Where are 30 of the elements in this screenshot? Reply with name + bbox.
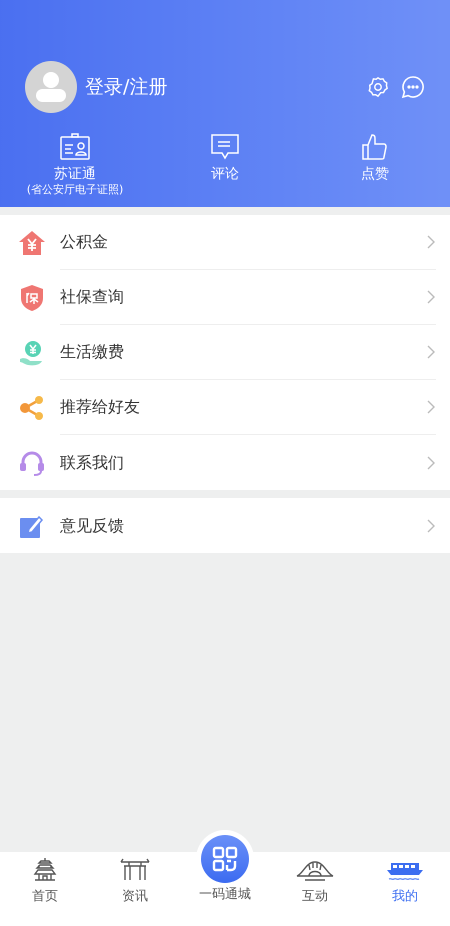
menu-item[interactable]: 意见反馈 [0,498,450,553]
login-link[interactable]: 登录/注册 [85,72,168,102]
shortcut-button[interactable]: 评论 [150,133,300,197]
chevron-right-icon [426,454,436,470]
tab-item[interactable]: 资讯 [90,852,180,926]
headset-icon [18,448,46,476]
shield-icon [18,284,46,312]
chevron-right-icon [426,289,436,305]
id-card-icon [59,133,91,161]
tab-item[interactable]: 我的 [360,852,450,926]
tab-item[interactable]: 一码通城 [180,830,270,926]
avatar-icon[interactable] [25,61,77,113]
menu-item[interactable]: 公积金 [0,215,450,270]
chevron-right-icon [426,518,436,534]
menu-item[interactable]: 推荐给好友 [0,380,450,435]
menu-item[interactable]: 联系我们 [0,435,450,490]
house-yuan-icon [18,228,46,256]
share-icon [18,394,46,422]
shortcut-button[interactable]: 苏证通 (省公安厅电子证照) [0,133,150,197]
comment-icon [209,133,241,161]
chevron-right-icon [426,399,436,415]
menu-item[interactable]: 社保查询 [0,270,450,325]
chevron-right-icon [426,344,436,360]
tab-item[interactable]: 首页 [0,852,90,926]
menu-item[interactable]: 生活缴费 [0,325,450,380]
chevron-right-icon [426,234,436,250]
qr-code-icon [211,845,239,873]
settings-icon[interactable] [367,76,389,98]
message-icon[interactable] [401,75,425,99]
tab-item[interactable]: 互动 [270,852,360,926]
